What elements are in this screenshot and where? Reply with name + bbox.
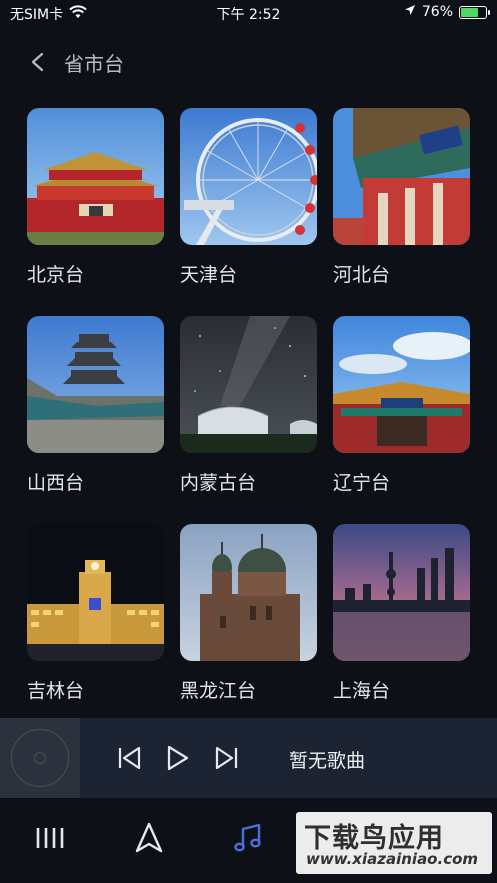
header: 省市台 (0, 44, 497, 80)
library-icon (36, 828, 64, 848)
station-thumbnail (333, 316, 470, 453)
back-button[interactable] (28, 50, 48, 74)
skip-forward-icon (215, 746, 238, 770)
station-card-liaoning[interactable]: 辽宁台 (333, 316, 470, 524)
music-note-icon (234, 823, 261, 852)
navigate-icon (135, 822, 163, 853)
station-card-shanxi[interactable]: 山西台 (27, 316, 164, 524)
play-button[interactable] (164, 744, 192, 772)
album-art[interactable] (0, 718, 80, 798)
watermark: 下载鸟应用 www.xiazainiao.com (296, 812, 492, 874)
station-grid: 北京台 天津台 河北台 山西台 内蒙古台 辽宁台 吉林台 黑龙江台 上海台 (27, 108, 471, 732)
station-card-tianjin[interactable]: 天津台 (180, 108, 317, 316)
station-card-inner-mongolia[interactable]: 内蒙古台 (180, 316, 317, 524)
station-thumbnail (180, 108, 317, 245)
night-station-image (27, 524, 164, 661)
watermark-domain: www.xiazainiao.com (306, 850, 479, 868)
tab-music[interactable] (230, 820, 266, 856)
yurt-milky-way-image (180, 316, 317, 453)
mini-player: 暂无歌曲 (0, 718, 497, 798)
disc-icon (11, 729, 69, 787)
station-card-hebei[interactable]: 河北台 (333, 108, 470, 316)
battery-icon (459, 5, 490, 19)
location-arrow-icon (404, 4, 416, 20)
station-label: 上海台 (333, 680, 391, 702)
station-thumbnail (180, 316, 317, 453)
station-label: 内蒙古台 (180, 472, 257, 494)
battery-level (461, 7, 478, 17)
station-card-beijing[interactable]: 北京台 (27, 108, 164, 316)
station-label: 天津台 (180, 264, 238, 286)
station-card-shanghai[interactable]: 上海台 (333, 524, 470, 732)
shanghai-skyline-image (333, 524, 470, 661)
station-label: 黑龙江台 (180, 680, 257, 702)
tab-navigate[interactable] (131, 820, 167, 856)
previous-button[interactable] (116, 744, 144, 772)
station-label: 山西台 (27, 472, 85, 494)
tab-library[interactable] (32, 820, 68, 856)
chevron-left-icon (31, 52, 44, 72)
station-label: 吉林台 (27, 680, 85, 702)
station-label: 河北台 (333, 264, 391, 286)
cathedral-image (180, 524, 317, 661)
station-thumbnail (333, 524, 470, 661)
station-thumbnail (27, 316, 164, 453)
station-card-heilongjiang[interactable]: 黑龙江台 (180, 524, 317, 732)
tiananmen-gate-image (27, 108, 164, 245)
station-thumbnail (27, 108, 164, 245)
pagoda-temple-image (27, 316, 164, 453)
station-thumbnail (333, 108, 470, 245)
skip-back-icon (118, 746, 141, 770)
status-bar: 无SIM卡 下午 2:52 76% (0, 0, 497, 26)
station-label: 辽宁台 (333, 472, 391, 494)
play-icon (167, 745, 189, 771)
station-label: 北京台 (27, 264, 85, 286)
now-playing-title: 暂无歌曲 (289, 750, 366, 772)
station-thumbnail (27, 524, 164, 661)
ferris-wheel-image (180, 108, 317, 245)
next-button[interactable] (212, 744, 240, 772)
shanhaiguan-pass-image (333, 108, 470, 245)
page-title: 省市台 (64, 52, 124, 76)
station-thumbnail (180, 524, 317, 661)
station-card-jilin[interactable]: 吉林台 (27, 524, 164, 732)
palace-gate-image (333, 316, 470, 453)
battery-percent: 76% (421, 4, 453, 20)
